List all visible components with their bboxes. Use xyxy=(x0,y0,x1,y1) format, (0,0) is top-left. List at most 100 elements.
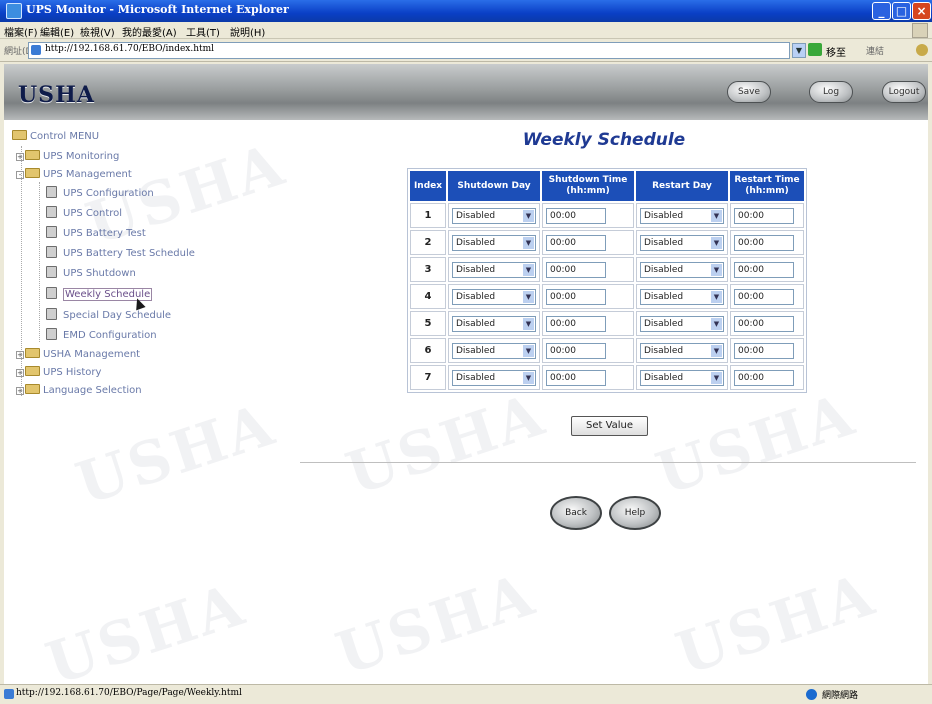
tree-item-ups-configuration[interactable]: UPS Configuration xyxy=(46,186,154,200)
document-icon xyxy=(46,308,57,320)
tree-folder-label: USHA Management xyxy=(43,349,141,360)
shutdown-day-cell: Disabled ▼ xyxy=(448,230,540,255)
restart-day-select[interactable]: Disabled ▼ xyxy=(640,342,724,359)
help-button[interactable]: Help xyxy=(609,496,661,530)
menu-help[interactable]: 說明(H) xyxy=(230,24,265,39)
collapse-minus-icon[interactable]: - xyxy=(16,171,24,179)
restart-day-cell: Disabled ▼ xyxy=(636,311,728,336)
address-dropdown-icon[interactable]: ▼ xyxy=(792,43,806,58)
tree-folder-ups-management[interactable]: - UPS Management xyxy=(16,168,132,182)
shutdown-time-cell: 00:00 xyxy=(542,338,634,363)
menu-file[interactable]: 檔案(F) xyxy=(4,24,38,39)
shutdown-time-input[interactable]: 00:00 xyxy=(546,207,606,224)
tree-folder-ups-history[interactable]: + UPS History xyxy=(16,366,101,380)
shutdown-day-select[interactable]: Disabled ▼ xyxy=(452,342,536,359)
restart-time-input[interactable]: 00:00 xyxy=(734,234,794,251)
expand-plus-icon[interactable]: + xyxy=(16,351,24,359)
address-url: http://192.168.61.70/EBO/index.html xyxy=(45,44,215,54)
chevron-down-icon[interactable]: ▼ xyxy=(711,317,722,330)
chevron-down-icon[interactable]: ▼ xyxy=(523,317,534,330)
document-icon xyxy=(46,206,57,218)
folder-open-icon xyxy=(25,168,40,178)
maximize-button[interactable]: □ xyxy=(892,2,911,20)
back-button[interactable]: Back xyxy=(550,496,602,530)
restart-time-input[interactable]: 00:00 xyxy=(734,207,794,224)
watermark-logo: USHA xyxy=(328,560,544,684)
chevron-down-icon[interactable]: ▼ xyxy=(711,344,722,357)
shutdown-time-input[interactable]: 00:00 xyxy=(546,342,606,359)
shutdown-time-cell: 00:00 xyxy=(542,203,634,228)
shutdown-day-select[interactable]: Disabled ▼ xyxy=(452,261,536,278)
restart-day-select[interactable]: Disabled ▼ xyxy=(640,261,724,278)
chevron-down-icon[interactable]: ▼ xyxy=(523,236,534,249)
chevron-down-icon[interactable]: ▼ xyxy=(523,344,534,357)
restart-day-select[interactable]: Disabled ▼ xyxy=(640,234,724,251)
chevron-down-icon[interactable]: ▼ xyxy=(523,290,534,303)
chevron-down-icon[interactable]: ▼ xyxy=(523,371,534,384)
tree-item-special-day-schedule[interactable]: Special Day Schedule xyxy=(46,308,171,322)
close-button[interactable]: × xyxy=(912,2,931,20)
select-value: Disabled xyxy=(456,345,496,356)
save-button[interactable]: Save xyxy=(727,81,771,103)
shutdown-day-select[interactable]: Disabled ▼ xyxy=(452,288,536,305)
folder-icon xyxy=(25,384,40,394)
shutdown-day-select[interactable]: Disabled ▼ xyxy=(452,315,536,332)
shutdown-time-input[interactable]: 00:00 xyxy=(546,288,606,305)
shutdown-time-input[interactable]: 00:00 xyxy=(546,369,606,386)
shutdown-day-select[interactable]: Disabled ▼ xyxy=(452,234,536,251)
chevron-down-icon[interactable]: ▼ xyxy=(711,263,722,276)
links-button[interactable]: 連結 xyxy=(866,44,884,57)
tree-folder-language-selection[interactable]: + Language Selection xyxy=(16,384,142,398)
column-header-shutdown-day: Shutdown Day xyxy=(448,171,540,201)
tree-root[interactable]: Control MENU xyxy=(12,130,99,144)
expand-plus-icon[interactable]: + xyxy=(16,369,24,377)
set-value-button[interactable]: Set Value xyxy=(571,416,648,436)
row-index: 2 xyxy=(410,230,446,255)
row-index: 1 xyxy=(410,203,446,228)
chevron-down-icon[interactable]: ▼ xyxy=(523,263,534,276)
restart-day-select[interactable]: Disabled ▼ xyxy=(640,315,724,332)
menu-view[interactable]: 檢視(V) xyxy=(80,24,115,39)
chevron-down-icon[interactable]: ▼ xyxy=(523,209,534,222)
tree-folder-ups-monitoring[interactable]: + UPS Monitoring xyxy=(16,150,119,164)
tree-folder-usha-management[interactable]: + USHA Management xyxy=(16,348,140,362)
shutdown-time-input[interactable]: 00:00 xyxy=(546,315,606,332)
chevron-down-icon[interactable]: ▼ xyxy=(711,290,722,303)
page-icon xyxy=(31,45,41,55)
shutdown-day-select[interactable]: Disabled ▼ xyxy=(452,369,536,386)
chevron-down-icon[interactable]: ▼ xyxy=(711,209,722,222)
shutdown-time-input[interactable]: 00:00 xyxy=(546,234,606,251)
restart-day-select[interactable]: Disabled ▼ xyxy=(640,369,724,386)
go-button[interactable]: 移至 xyxy=(826,44,846,59)
address-input[interactable]: http://192.168.61.70/EBO/index.html xyxy=(28,42,790,59)
go-arrow-icon[interactable] xyxy=(808,43,822,56)
logout-button[interactable]: Logout xyxy=(882,81,926,103)
restart-day-select[interactable]: Disabled ▼ xyxy=(640,207,724,224)
shutdown-time-input[interactable]: 00:00 xyxy=(546,261,606,278)
tree-item-ups-control[interactable]: UPS Control xyxy=(46,206,122,220)
log-button[interactable]: Log xyxy=(809,81,853,103)
usha-logo: USHA xyxy=(18,82,95,108)
select-value: Disabled xyxy=(456,237,496,248)
restart-day-select[interactable]: Disabled ▼ xyxy=(640,288,724,305)
tree-item-emd-configuration[interactable]: EMD Configuration xyxy=(46,328,157,342)
restart-time-input[interactable]: 00:00 xyxy=(734,261,794,278)
chevron-down-icon[interactable]: ▼ xyxy=(711,371,722,384)
chevron-down-icon[interactable]: ▼ xyxy=(711,236,722,249)
shutdown-day-select[interactable]: Disabled ▼ xyxy=(452,207,536,224)
toolbar-extension-icon[interactable] xyxy=(916,44,928,56)
restart-time-input[interactable]: 00:00 xyxy=(734,315,794,332)
minimize-button[interactable]: _ xyxy=(872,2,891,20)
expand-plus-icon[interactable]: + xyxy=(16,153,24,161)
tree-item-ups-battery-test[interactable]: UPS Battery Test xyxy=(46,226,146,240)
menu-favorites[interactable]: 我的最愛(A) xyxy=(122,24,177,39)
expand-plus-icon[interactable]: + xyxy=(16,387,24,395)
menu-tools[interactable]: 工具(T) xyxy=(186,24,220,39)
tree-item-ups-shutdown[interactable]: UPS Shutdown xyxy=(46,266,136,280)
restart-time-input[interactable]: 00:00 xyxy=(734,342,794,359)
tree-item-ups-battery-test-schedule[interactable]: UPS Battery Test Schedule xyxy=(46,246,195,260)
menu-edit[interactable]: 編輯(E) xyxy=(40,24,74,39)
restart-time-input[interactable]: 00:00 xyxy=(734,288,794,305)
restart-time-input[interactable]: 00:00 xyxy=(734,369,794,386)
select-value: Disabled xyxy=(456,210,496,221)
